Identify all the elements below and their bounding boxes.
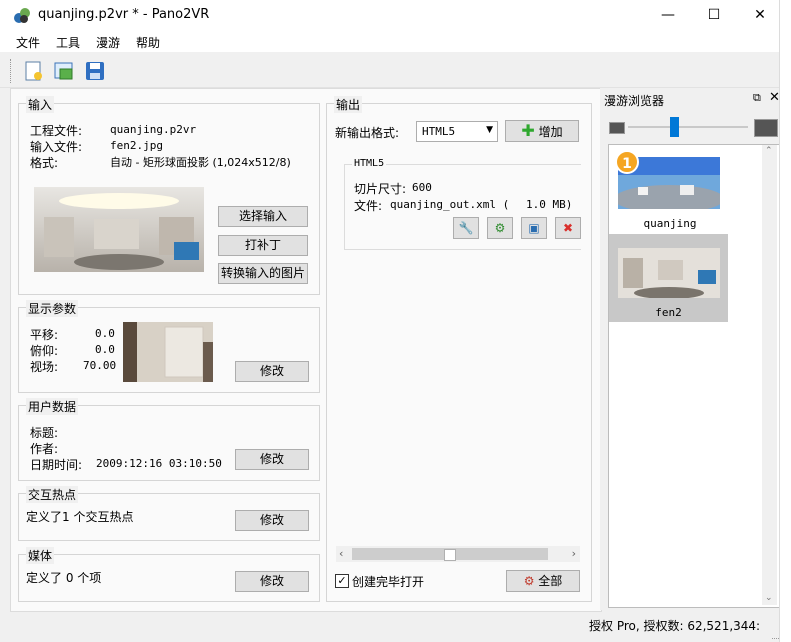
add-output-label: 增加 bbox=[538, 125, 563, 139]
monitor-icon: ▣ bbox=[528, 221, 540, 235]
tilt-value: 0.0 bbox=[95, 343, 115, 356]
output-settings-button[interactable]: 🔧 bbox=[453, 217, 479, 239]
delete-icon: ✖ bbox=[562, 221, 574, 235]
input-file-value: fen2.jpg bbox=[110, 139, 163, 152]
hotspot-title: 交互热点 bbox=[26, 486, 79, 503]
scroll-right-icon: › bbox=[571, 547, 576, 560]
open-after-create-label: 创建完毕打开 bbox=[352, 575, 425, 589]
output-horizontal-scrollbar[interactable]: ‹ › bbox=[336, 546, 580, 562]
menu-help[interactable]: 帮助 bbox=[136, 34, 160, 51]
display-params-title: 显示参数 bbox=[26, 300, 79, 317]
datetime-value: 2009:12:16 03:10:50 bbox=[96, 457, 222, 470]
select-input-button[interactable]: 选择输入 bbox=[218, 206, 308, 227]
scroll-up-icon: ⌃ bbox=[765, 146, 773, 156]
tour-item-label: quanjing bbox=[643, 217, 697, 230]
input-file-label: 输入文件: bbox=[30, 140, 83, 154]
tour-item[interactable]: 1 quanjing bbox=[615, 150, 725, 232]
media-modify-button[interactable]: 修改 bbox=[235, 571, 309, 592]
generate-all-label: 全部 bbox=[538, 574, 563, 588]
menu-tour[interactable]: 漫游 bbox=[96, 34, 120, 51]
display-modify-button[interactable]: 修改 bbox=[235, 361, 309, 382]
menu-file[interactable]: 文件 bbox=[16, 34, 40, 51]
output-file-size: 1.0 MB) bbox=[526, 198, 573, 211]
gears-icon: ⚙ bbox=[494, 221, 506, 235]
pan-label: 平移: bbox=[30, 328, 59, 342]
new-format-label: 新输出格式: bbox=[335, 126, 400, 140]
tile-size-value: 600 bbox=[412, 181, 432, 194]
scrollbar-grip bbox=[444, 549, 456, 561]
open-project-icon[interactable] bbox=[53, 60, 75, 82]
start-badge: 1 bbox=[615, 150, 639, 174]
plus-icon: ✚ bbox=[521, 121, 535, 140]
thumbnail-size-slider[interactable] bbox=[628, 126, 748, 128]
pan-value: 0.0 bbox=[95, 327, 115, 340]
save-project-icon[interactable] bbox=[84, 60, 106, 82]
datetime-label: 日期时间: bbox=[30, 458, 83, 472]
chevron-down-icon: ▼ bbox=[486, 125, 493, 135]
new-project-icon[interactable] bbox=[23, 60, 45, 82]
author-field-label: 作者: bbox=[30, 442, 59, 456]
gears-icon: ⚙ bbox=[523, 574, 535, 588]
checkmark-icon: ✓ bbox=[337, 574, 347, 587]
maximize-icon: ☐ bbox=[707, 7, 721, 23]
tour-browser-title: 漫游浏览器 bbox=[604, 94, 665, 108]
user-data-modify-button[interactable]: 修改 bbox=[235, 449, 309, 470]
window-title: quanjing.p2vr * - Pano2VR bbox=[38, 7, 210, 22]
patch-button[interactable]: 打补丁 bbox=[218, 235, 308, 256]
output-title: 输出 bbox=[334, 96, 363, 113]
hotspot-count-text: 定义了1 个交互热点 bbox=[26, 510, 134, 524]
project-file-value: quanjing.p2vr bbox=[110, 123, 197, 136]
tile-size-label: 切片尺寸: bbox=[354, 182, 407, 196]
output-delete-button[interactable]: ✖ bbox=[555, 217, 581, 239]
view-preview bbox=[123, 322, 213, 382]
wrench-icon: 🔧 bbox=[458, 221, 474, 235]
menu-tools[interactable]: 工具 bbox=[56, 34, 80, 51]
format-label: 格式: bbox=[30, 156, 59, 170]
open-after-create-checkbox[interactable]: ✓ bbox=[335, 574, 349, 588]
background-window-edge bbox=[779, 0, 791, 642]
close-icon: ✕ bbox=[754, 7, 766, 23]
tilt-label: 俯仰: bbox=[30, 344, 59, 358]
minimize-button[interactable]: — bbox=[645, 0, 691, 30]
hotspot-modify-button[interactable]: 修改 bbox=[235, 510, 309, 531]
input-panorama-preview bbox=[34, 187, 204, 272]
convert-input-button[interactable]: 转换输入的图片 bbox=[218, 263, 308, 284]
minimize-icon: — bbox=[661, 7, 675, 23]
fov-label: 视场: bbox=[30, 360, 59, 374]
close-button[interactable]: ✕ bbox=[737, 0, 783, 30]
output-file-value: quanjing_out.xml ( bbox=[390, 198, 510, 211]
input-group-title: 输入 bbox=[26, 96, 55, 113]
license-status: 授权 Pro, 授权数: 62,521,344: bbox=[589, 619, 761, 633]
undock-icon[interactable]: ⧉ bbox=[753, 91, 761, 105]
tour-item-thumbnail bbox=[618, 248, 720, 298]
media-count-text: 定义了 0 个项 bbox=[26, 571, 102, 585]
zoom-small-icon bbox=[609, 122, 625, 134]
scroll-down-icon: ⌄ bbox=[765, 593, 773, 603]
app-icon bbox=[14, 8, 30, 23]
format-value: 自动 - 矩形球面投影 (1,024x512/8) bbox=[110, 156, 291, 169]
tour-item-label: fen2 bbox=[655, 306, 682, 319]
fov-value: 70.00 bbox=[83, 359, 117, 372]
maximize-button[interactable]: ☐ bbox=[691, 0, 737, 30]
format-select-value: HTML5 bbox=[422, 125, 456, 138]
generate-all-button[interactable]: ⚙ 全部 bbox=[506, 570, 580, 592]
zoom-large-icon bbox=[754, 119, 778, 137]
user-data-title: 用户数据 bbox=[26, 398, 79, 415]
html5-output-title: HTML5 bbox=[352, 158, 387, 169]
tour-item-selected[interactable]: fen2 bbox=[609, 234, 728, 322]
scroll-left-icon: ‹ bbox=[339, 547, 344, 560]
project-file-label: 工程文件: bbox=[30, 124, 83, 138]
format-select[interactable]: HTML5 ▼ bbox=[416, 121, 498, 142]
slider-thumb[interactable] bbox=[669, 117, 679, 137]
output-preview-button[interactable]: ▣ bbox=[521, 217, 547, 239]
add-output-button[interactable]: ✚ 增加 bbox=[505, 120, 579, 142]
output-generate-button[interactable]: ⚙ bbox=[487, 217, 513, 239]
output-file-label: 文件: bbox=[354, 199, 383, 213]
media-title: 媒体 bbox=[26, 547, 55, 564]
title-field-label: 标题: bbox=[30, 426, 59, 440]
toolbar-grip bbox=[10, 59, 13, 83]
tour-list-scrollbar[interactable]: ⌃ ⌄ bbox=[762, 145, 777, 605]
toolbar bbox=[0, 55, 791, 88]
